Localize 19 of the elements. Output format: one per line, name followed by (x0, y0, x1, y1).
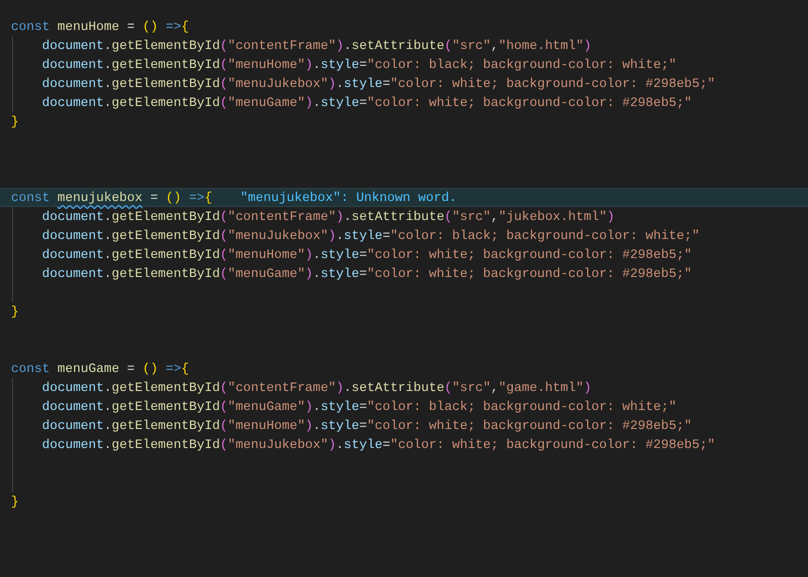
code-line: document.getElementById("menuHome").style="color: white; background-color: #298eb5;" (42, 418, 692, 433)
code-line: document.getElementById("menuHome").style="color: white; background-color: #298eb5;" (42, 247, 692, 262)
code-line: } (11, 304, 19, 319)
code-line: document.getElementById("menuGame").style="color: black; background-color: white;" (42, 399, 676, 414)
code-line: const menuHome = () =>{ (11, 19, 189, 34)
code-line: document.getElementById("menuJukebox").style="color: white; background-color: #298eb5;" (42, 76, 716, 91)
code-line: document.getElementById("menuJukebox").style="color: white; background-color: #298eb5;" (42, 437, 716, 452)
code-line: const menuGame = () =>{ (11, 361, 189, 376)
code-line: document.getElementById("contentFrame").setAttribute("src","jukebox.html") (42, 209, 615, 224)
code-line: document.getElementById("menuHome").style="color: black; background-color: white;" (42, 57, 676, 72)
code-line: } (11, 494, 19, 509)
code-line: document.getElementById("contentFrame").setAttribute("src","home.html") (42, 38, 592, 53)
code-line: document.getElementById("menuJukebox").style="color: black; background-color: white;" (42, 228, 700, 243)
code-line: const menujukebox = () =>{ (11, 190, 212, 205)
hover-hint: "menujukebox": Unknown word. (240, 190, 457, 205)
code-line: document.getElementById("contentFrame").setAttribute("src","game.html") (42, 380, 592, 395)
code-line: } (11, 114, 19, 129)
code-line: document.getElementById("menuGame").style="color: white; background-color: #298eb5;" (42, 266, 692, 281)
code-line: document.getElementById("menuGame").style="color: white; background-color: #298eb5;" (42, 95, 692, 110)
